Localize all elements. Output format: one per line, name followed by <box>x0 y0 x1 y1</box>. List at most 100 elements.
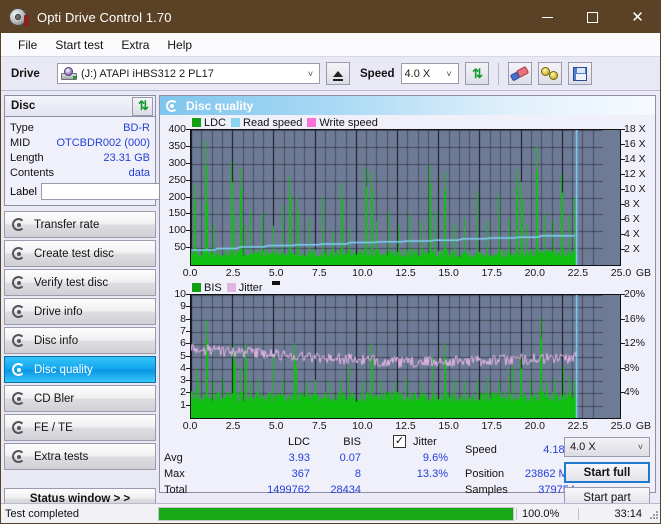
bottom-chart-y-axis: 1 2 3 4 5 6 7 8 9 10 <box>162 289 190 419</box>
x-tick-label: 22.5 <box>567 420 589 432</box>
sidebar-item-transfer-rate[interactable]: Transfer rate <box>4 211 156 238</box>
speed-select[interactable]: 4.0 X ˅ <box>400 63 459 84</box>
minimize-button[interactable] <box>525 1 570 33</box>
disc-refresh-button[interactable]: ⇅ <box>132 96 153 116</box>
y2-tick <box>621 367 625 369</box>
x-tick-label: 20.0 <box>524 420 546 432</box>
menu-item-extra[interactable]: Extra <box>112 36 158 54</box>
legend-item-bis: BIS <box>192 282 222 294</box>
legend-label: BIS <box>204 281 222 294</box>
test-speed-value: 4.0 X <box>570 441 596 453</box>
top-chart-y2-axis: 2 X 4 X 6 X 8 X 10 X 12 X 14 X 16 X 18 X <box>621 124 653 266</box>
y-tick-label: 350 <box>168 139 186 152</box>
legend-label: LDC <box>204 116 227 129</box>
y2-tick-label: 8% <box>624 361 640 374</box>
bottom-chart-plot[interactable] <box>190 294 621 419</box>
y2-tick <box>621 159 625 160</box>
toolbar-divider <box>497 62 499 85</box>
progress-percent: 100.0% <box>516 507 578 520</box>
sidebar-item-disc-info[interactable]: Disc info <box>4 327 156 354</box>
x-axis-unit: GB <box>635 267 651 279</box>
disc-tools-button[interactable] <box>537 62 562 85</box>
menu-item-start-test[interactable]: Start test <box>46 36 112 54</box>
page-title: Disc quality <box>186 98 254 113</box>
disc-tools-icon <box>541 67 559 80</box>
jitter-checkbox[interactable]: ✓ <box>393 435 406 448</box>
start-full-button[interactable]: Start full <box>564 462 650 483</box>
disc-label-row: Label <box>10 182 243 201</box>
verify-test-disc-icon <box>12 276 27 289</box>
transfer-rate-icon <box>12 218 27 231</box>
y2-tick <box>621 343 625 345</box>
y-tick-label: 300 <box>168 156 186 169</box>
x-tick-label: 20.0 <box>524 267 546 279</box>
maximize-button[interactable] <box>570 1 615 33</box>
x-axis-unit: GB <box>635 420 651 432</box>
sidebar-item-disc-quality[interactable]: Disc quality <box>4 356 156 383</box>
save-button[interactable] <box>567 62 592 85</box>
drive-select-value: (J:) ATAPI iHBS312 2 PL17 <box>81 67 214 80</box>
top-chart-x-axis: 0.0 2.5 5.0 7.5 10.0 12.5 15.0 17.5 20.0 22.5 25.0… <box>183 266 651 281</box>
erase-button[interactable] <box>507 62 532 85</box>
top-chart-plot[interactable] <box>190 129 621 266</box>
x-tick-label: 5.0 <box>268 267 284 279</box>
stats-row-label-avg: Avg <box>164 452 183 464</box>
legend-item-jitter: Jitter <box>226 282 263 294</box>
disc-info-rows: Type BD-R MID OTCBDR002 (000) Length 23.… <box>5 117 243 205</box>
x-tick-label: 5.0 <box>268 420 284 432</box>
test-speed-select[interactable]: 4.0 X ˅ <box>564 437 650 457</box>
disc-label-key: Label <box>10 185 37 198</box>
sidebar-item-verify-test-disc[interactable]: Verify test disc <box>4 269 156 296</box>
body: Disc ⇅ Type BD-R MID OTCBDR002 (000) Len… <box>1 91 660 509</box>
close-button[interactable]: ✕ <box>615 1 660 33</box>
drive-select[interactable]: (J:) ATAPI iHBS312 2 PL17 ˅ <box>57 63 320 84</box>
menu-item-help[interactable]: Help <box>158 36 201 54</box>
main-panel: Disc quality LDC Read speed Write speed … <box>159 95 656 508</box>
sidebar-item-fe-te[interactable]: FE / TE <box>4 414 156 441</box>
y2-tick <box>621 189 625 190</box>
y2-tick-label: 6 X <box>624 213 640 225</box>
y2-tick-label: 12 X <box>624 168 646 180</box>
disc-row-key: Type <box>10 121 34 134</box>
top-chart-plotwrap: 50 100 150 200 250 300 350 400 2 X 4 X 6 X 8 X 10 X… <box>162 124 653 266</box>
y2-tick <box>621 219 625 220</box>
sidebar-item-extra-tests[interactable]: Extra tests <box>4 443 156 470</box>
fe-te-icon <box>12 421 27 434</box>
extra-tests-icon <box>12 450 27 463</box>
x-tick-label: 22.5 <box>567 267 589 279</box>
y-tick-label: 200 <box>168 190 186 203</box>
status-bar: Test completed 100.0% 33:14 <box>1 503 660 523</box>
y2-tick-label: 16% <box>624 312 646 325</box>
disc-quality-icon <box>12 363 27 376</box>
sidebar-item-drive-info[interactable]: Drive info <box>4 298 156 325</box>
stats-row-label-max: Max <box>164 468 185 480</box>
position-stat-label: Position <box>465 468 505 480</box>
y2-tick <box>621 174 625 175</box>
sidebar-item-cd-bler[interactable]: CD Bler <box>4 385 156 412</box>
refresh-icon: ⇅ <box>472 65 483 81</box>
sidebar-item-create-test-disc[interactable]: Create test disc <box>4 240 156 267</box>
disc-panel: Disc ⇅ Type BD-R MID OTCBDR002 (000) Len… <box>4 95 243 206</box>
disc-row-key: Contents <box>10 166 55 179</box>
title-bar: Opti Drive Control 1.70 ✕ <box>1 1 660 33</box>
stats-total-ldc: 1499762 <box>267 484 310 496</box>
menu-item-file[interactable]: File <box>9 36 46 54</box>
disc-icon <box>9 8 29 26</box>
y-tick-label: 50 <box>174 241 186 254</box>
disc-row-value: OTCBDR002 (000) <box>56 136 150 149</box>
legend-item-read-speed: Read speed <box>231 117 302 129</box>
stats-avg-ldc: 3.93 <box>288 452 310 464</box>
top-chart-legend: LDC Read speed Write speed <box>162 116 653 129</box>
resize-grip[interactable] <box>648 509 658 519</box>
legend-swatch <box>192 118 201 127</box>
disc-row-key: MID <box>10 136 31 149</box>
x-tick-label: 2.5 <box>225 420 241 432</box>
x-tick-label: 12.5 <box>395 420 416 432</box>
refresh-button[interactable]: ⇅ <box>464 62 489 85</box>
main-panel-header: Disc quality <box>160 96 655 115</box>
x-tick-label: 15.0 <box>438 420 459 432</box>
legend-swatch <box>307 118 317 127</box>
speed-stat-label: Speed <box>465 444 497 456</box>
eject-button[interactable] <box>326 62 350 85</box>
